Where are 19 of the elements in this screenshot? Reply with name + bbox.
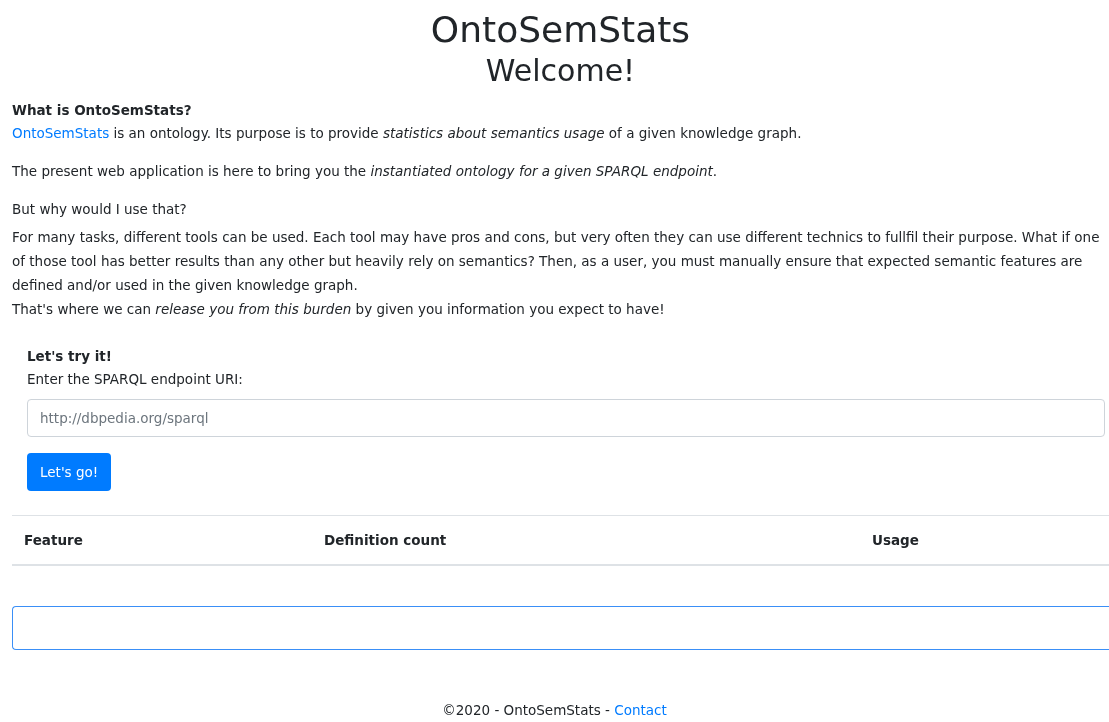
ontology-link[interactable]: OntoSemStats (12, 125, 110, 142)
column-header: Feature (23, 532, 83, 549)
welcome-heading: Welcome! (485, 53, 636, 90)
paragraph: The present web application is here to bring you the instantiated ontology for a given SPARQL endpoint. (12, 162, 719, 182)
paragraph: But why would I use that? (12, 200, 188, 220)
endpoint-input-field[interactable]: http://dbpedia.org/sparql (27, 399, 1105, 438)
section-heading: What is OntoSemStats? (12, 101, 192, 121)
paragraph: OntoSemStats is an ontology. Its purpose is to provide statistics about semantics usage of a given knowledge graph. (12, 124, 803, 144)
column-header: Definition count (323, 532, 447, 549)
contact-link[interactable]: Contact (614, 702, 667, 718)
paragraph: For many tasks, different tools can be used. Each tool may have pros and cons, but very often they can use different technics to fullfil their purpose. What if one of those tool has better results than any other but heavily rely on semantics? Then, as a user, you must manually ensure that expected semantic features are defined and/or used in the given knowledge graph. (12, 228, 1101, 296)
footer-text: ©2020 - OntoSemStats - Contact (442, 701, 667, 720)
form-heading: Let's try it! (27, 347, 112, 367)
paragraph: That's where we can release you from this burden by given you information you expect to have! (12, 300, 666, 320)
column-header: Usage (871, 532, 919, 549)
page-title: OntoSemStats (430, 8, 691, 52)
submit-button[interactable]: Let's go! (27, 453, 112, 492)
field-label: Enter the SPARQL endpoint URI: (27, 370, 243, 390)
output-text-area[interactable] (12, 606, 1109, 651)
